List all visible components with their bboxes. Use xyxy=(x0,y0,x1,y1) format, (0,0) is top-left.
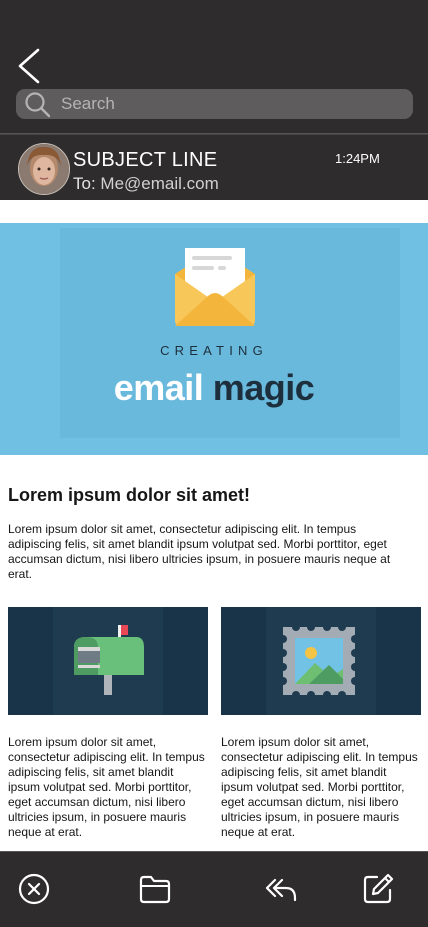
recipient: To: Me@email.com xyxy=(73,174,219,194)
recipient-address: Me@email.com xyxy=(100,174,219,193)
chevron-left-icon[interactable] xyxy=(16,46,44,86)
envelope-icon xyxy=(175,248,255,326)
brand-word-email: email xyxy=(113,367,204,408)
content-paragraph: Lorem ipsum dolor sit amet, consectetur … xyxy=(8,522,391,581)
column-text-right: Lorem ipsum dolor sit amet, consectetur … xyxy=(221,735,418,839)
message-header: SUBJECT LINE To: Me@email.com 1:24PM xyxy=(0,134,428,200)
reply-icon[interactable] xyxy=(264,872,298,906)
stamp-card xyxy=(221,607,421,715)
compose-icon[interactable] xyxy=(361,872,395,906)
column-text-left: Lorem ipsum dolor sit amet, consectetur … xyxy=(8,735,205,839)
search-input[interactable]: Search xyxy=(16,89,413,119)
to-label: To: xyxy=(73,174,96,193)
mailbox-card xyxy=(8,607,208,715)
search-icon xyxy=(25,92,51,118)
hero-creating-text: CREATING xyxy=(160,343,268,358)
close-circle-icon[interactable] xyxy=(17,872,51,906)
timestamp: 1:24PM xyxy=(335,151,380,166)
stamp-icon xyxy=(281,625,357,697)
avatar-portrait xyxy=(19,144,69,194)
brand-word-magic: magic xyxy=(212,367,315,408)
folder-icon[interactable] xyxy=(138,872,172,906)
top-navigation-bar: Search xyxy=(0,0,428,134)
subject-line: SUBJECT LINE xyxy=(73,149,218,171)
hero-brand-text: email magic xyxy=(0,367,428,409)
content-headline: Lorem ipsum dolor sit amet! xyxy=(8,485,251,505)
mailbox-icon xyxy=(74,625,144,695)
bottom-toolbar xyxy=(0,851,428,927)
avatar[interactable] xyxy=(18,143,70,195)
search-placeholder: Search xyxy=(61,94,115,113)
